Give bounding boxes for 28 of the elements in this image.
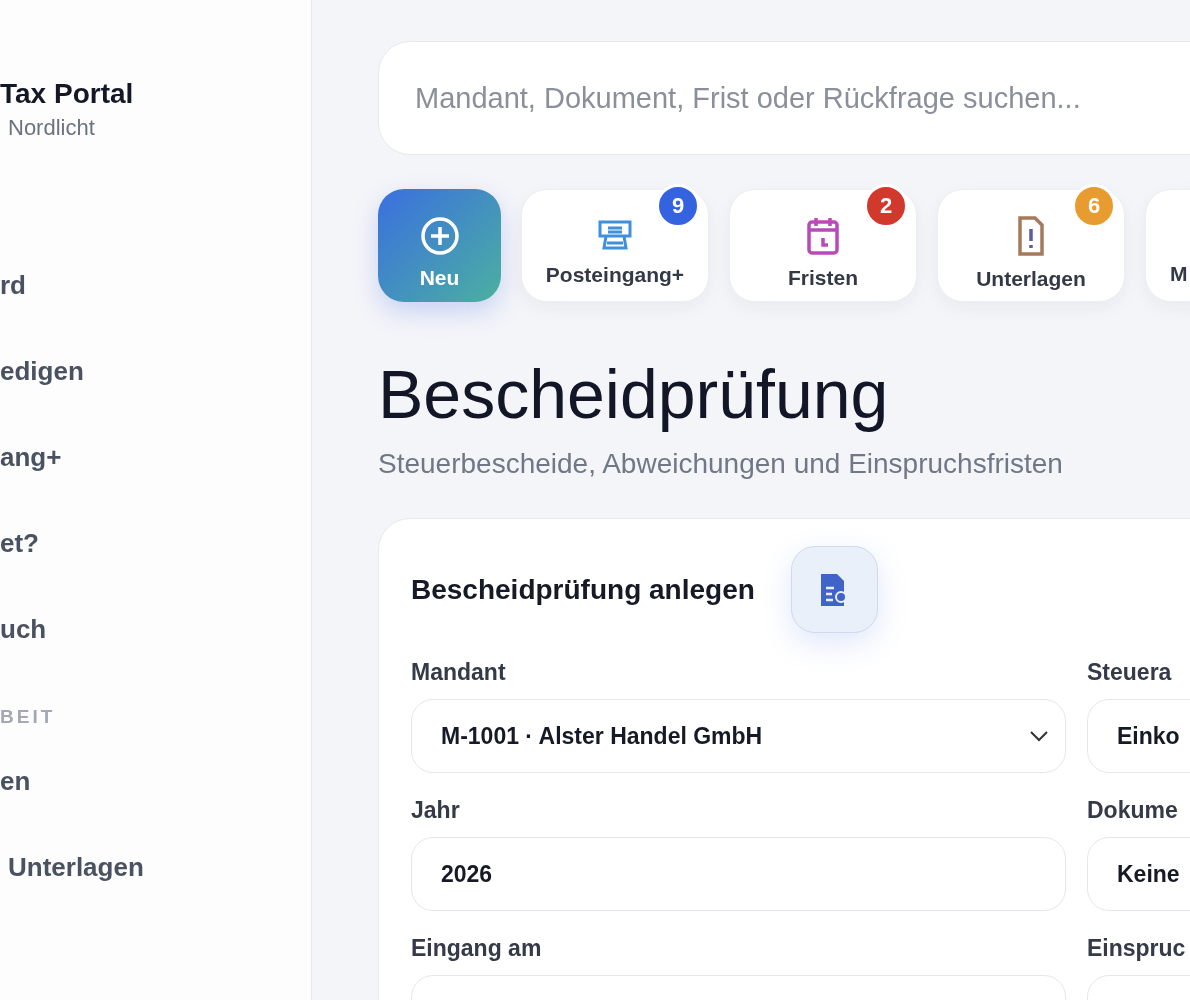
- calendar-icon: [806, 215, 840, 256]
- brand-title: Tax Portal: [0, 77, 135, 111]
- document-search-button[interactable]: [790, 546, 878, 633]
- count-badge: 6: [1072, 184, 1116, 228]
- field-label: Steuera: [1087, 659, 1173, 686]
- count-badge: 9: [656, 184, 700, 228]
- card-title: Bescheidprüfung anlegen: [411, 573, 755, 606]
- document-alert-icon: [1017, 214, 1045, 257]
- select-field[interactable]: M-1001 · Alster Handel GmbH: [411, 699, 1066, 773]
- select-field[interactable]: Keine: [1087, 837, 1190, 911]
- nav-section-title: BEIT: [0, 706, 57, 728]
- quick-action-button[interactable]: M: [1145, 189, 1190, 302]
- field-label: Mandant: [411, 659, 507, 686]
- field-label: Dokume: [1087, 797, 1179, 824]
- field-label: Einspruc: [1087, 935, 1187, 962]
- search-field[interactable]: Mandant, Dokument, Frist oder Rückfrage suchen...: [378, 41, 1190, 155]
- field-label: Jahr: [411, 797, 461, 824]
- field-label: Eingang am: [411, 935, 543, 962]
- select-field[interactable]: Einko: [1087, 699, 1190, 773]
- tray-icon: [597, 218, 633, 253]
- page-subtitle: Steuerbescheide, Abweichungen und Einspruchsfristen: [378, 448, 1064, 480]
- brand-subtitle: Nordlicht: [8, 114, 96, 142]
- nav-item[interactable]: Unterlagen: [8, 852, 311, 952]
- input-field[interactable]: 2026: [411, 837, 1066, 911]
- plus-circle-icon: [419, 215, 460, 256]
- count-badge: 2: [864, 184, 908, 228]
- chevron-down-icon: [1029, 730, 1049, 742]
- page-title: Bescheidprüfung: [378, 355, 890, 434]
